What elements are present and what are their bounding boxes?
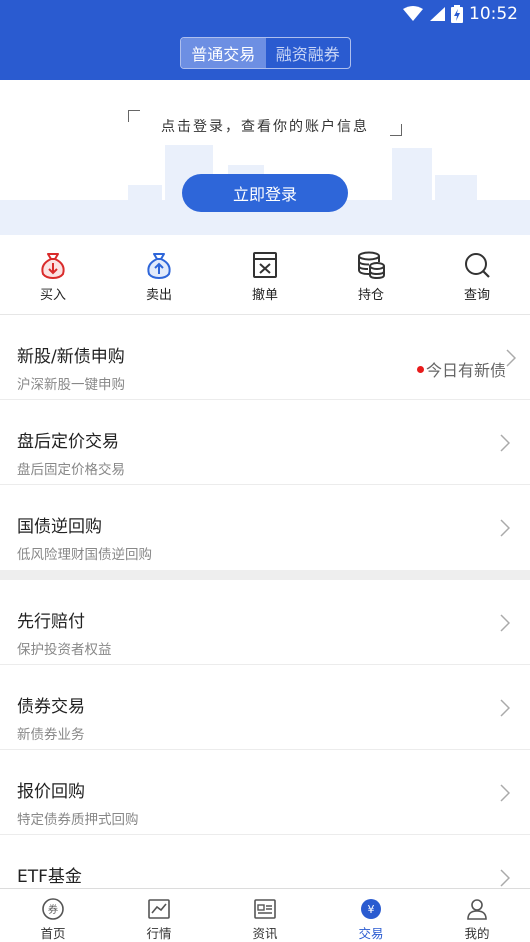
list-item-title: 新股/新债申购 bbox=[17, 347, 125, 367]
chevron-right-icon bbox=[500, 869, 510, 887]
list-item-title: 国债逆回购 bbox=[17, 517, 102, 537]
list-item-bond-trading[interactable]: 债券交易 新债券业务 bbox=[0, 665, 530, 750]
market-icon bbox=[148, 899, 170, 919]
bracket-bottom-right bbox=[390, 124, 402, 136]
trade-mode-switch: 普通交易 融资融券 bbox=[180, 37, 351, 69]
tab-label: 我的 bbox=[464, 926, 490, 941]
tab-normal-trade[interactable]: 普通交易 bbox=[181, 38, 266, 68]
news-icon bbox=[254, 899, 276, 919]
list-item-reverse-repo[interactable]: 国债逆回购 低风险理财国债逆回购 bbox=[0, 485, 530, 570]
battery-icon bbox=[451, 5, 463, 23]
signal-icon bbox=[430, 7, 445, 21]
login-button[interactable]: 立即登录 bbox=[182, 174, 348, 212]
cancel-order-icon bbox=[253, 252, 277, 278]
login-prompt[interactable]: 点击登录，查看你的账户信息 bbox=[0, 116, 530, 136]
list-item-subtitle: 新债券业务 bbox=[17, 727, 85, 743]
home-icon: 券 bbox=[42, 898, 64, 920]
quick-action-label: 买入 bbox=[39, 288, 66, 303]
trade-icon: ¥ bbox=[361, 899, 381, 919]
svg-text:¥: ¥ bbox=[368, 903, 375, 916]
svg-text:券: 券 bbox=[48, 903, 58, 916]
list-item-title: ETF基金 bbox=[17, 867, 82, 887]
quick-action-label: 持仓 bbox=[357, 288, 384, 303]
new-bond-badge: 今日有新债 bbox=[416, 357, 506, 381]
tab-trade[interactable]: ¥ 交易 bbox=[318, 889, 424, 942]
holdings-icon bbox=[358, 251, 385, 280]
wifi-icon bbox=[403, 6, 423, 21]
tab-market[interactable]: 行情 bbox=[106, 889, 212, 942]
bottom-tab-bar: 券 首页 行情 资讯 ¥ 交易 我的 bbox=[0, 888, 530, 942]
quick-action-label: 卖出 bbox=[145, 288, 172, 303]
profile-icon bbox=[467, 899, 487, 920]
list-item-subtitle: 低风险理财国债逆回购 bbox=[17, 547, 152, 563]
list-item-subtitle: 特定债券质押式回购 bbox=[17, 812, 139, 828]
tab-label: 资讯 bbox=[252, 926, 278, 941]
chevron-right-icon bbox=[500, 699, 510, 717]
list-item-title: 报价回购 bbox=[17, 782, 85, 802]
alert-dot-icon bbox=[416, 365, 424, 373]
chevron-right-icon bbox=[500, 784, 510, 802]
tab-label: 行情 bbox=[146, 926, 172, 941]
list-item-quoted-repo[interactable]: 报价回购 特定债券质押式回购 bbox=[0, 750, 530, 835]
tab-home[interactable]: 券 首页 bbox=[0, 889, 106, 942]
header: 10:52 普通交易 融资融券 bbox=[0, 0, 530, 80]
quick-action-query[interactable]: 查询 bbox=[424, 235, 530, 314]
list-item-title: 债券交易 bbox=[17, 697, 85, 717]
quick-action-label: 撤单 bbox=[251, 288, 278, 303]
section-divider bbox=[0, 570, 530, 580]
chevron-right-icon bbox=[500, 614, 510, 632]
badge-text: 今日有新债 bbox=[425, 361, 506, 380]
trade-screen: 10:52 普通交易 融资融券 点击登录，查看你的账户信息 立即登录 买入 卖出… bbox=[0, 0, 530, 942]
service-list: 新股/新债申购 沪深新股一键申购 今日有新债 盘后定价交易 盘后固定价格交易 国… bbox=[0, 315, 530, 920]
status-bar: 10:52 bbox=[0, 0, 530, 28]
quick-action-sell[interactable]: 卖出 bbox=[106, 235, 212, 314]
quick-action-label: 查询 bbox=[463, 288, 490, 303]
chevron-right-icon bbox=[506, 349, 516, 367]
status-time: 10:52 bbox=[469, 4, 518, 24]
tab-label: 交易 bbox=[358, 926, 384, 941]
login-banner: 点击登录，查看你的账户信息 立即登录 bbox=[0, 80, 530, 235]
list-item-title: 先行赔付 bbox=[17, 612, 85, 632]
list-item-subtitle: 盘后固定价格交易 bbox=[17, 462, 125, 478]
quick-action-buy[interactable]: 买入 bbox=[0, 235, 106, 314]
list-item-subtitle: 保护投资者权益 bbox=[17, 642, 112, 658]
list-item-ipo-subscribe[interactable]: 新股/新债申购 沪深新股一键申购 今日有新债 bbox=[0, 315, 530, 400]
buy-icon bbox=[41, 253, 65, 280]
query-icon bbox=[465, 253, 490, 278]
tab-news[interactable]: 资讯 bbox=[212, 889, 318, 942]
tab-profile[interactable]: 我的 bbox=[424, 889, 530, 942]
list-item-subtitle: 沪深新股一键申购 bbox=[17, 377, 125, 393]
quick-actions: 买入 卖出 撤单 持仓 查询 bbox=[0, 235, 530, 315]
list-item-advance-compensation[interactable]: 先行赔付 保护投资者权益 bbox=[0, 580, 530, 665]
chevron-right-icon bbox=[500, 434, 510, 452]
chevron-right-icon bbox=[500, 519, 510, 537]
list-item-title: 盘后定价交易 bbox=[17, 432, 119, 452]
quick-action-cancel-order[interactable]: 撤单 bbox=[212, 235, 318, 314]
tab-label: 首页 bbox=[40, 926, 66, 941]
quick-action-holdings[interactable]: 持仓 bbox=[318, 235, 424, 314]
list-item-after-hours-trade[interactable]: 盘后定价交易 盘后固定价格交易 bbox=[0, 400, 530, 485]
sell-icon bbox=[147, 253, 171, 280]
tab-margin-trade[interactable]: 融资融券 bbox=[266, 38, 351, 68]
